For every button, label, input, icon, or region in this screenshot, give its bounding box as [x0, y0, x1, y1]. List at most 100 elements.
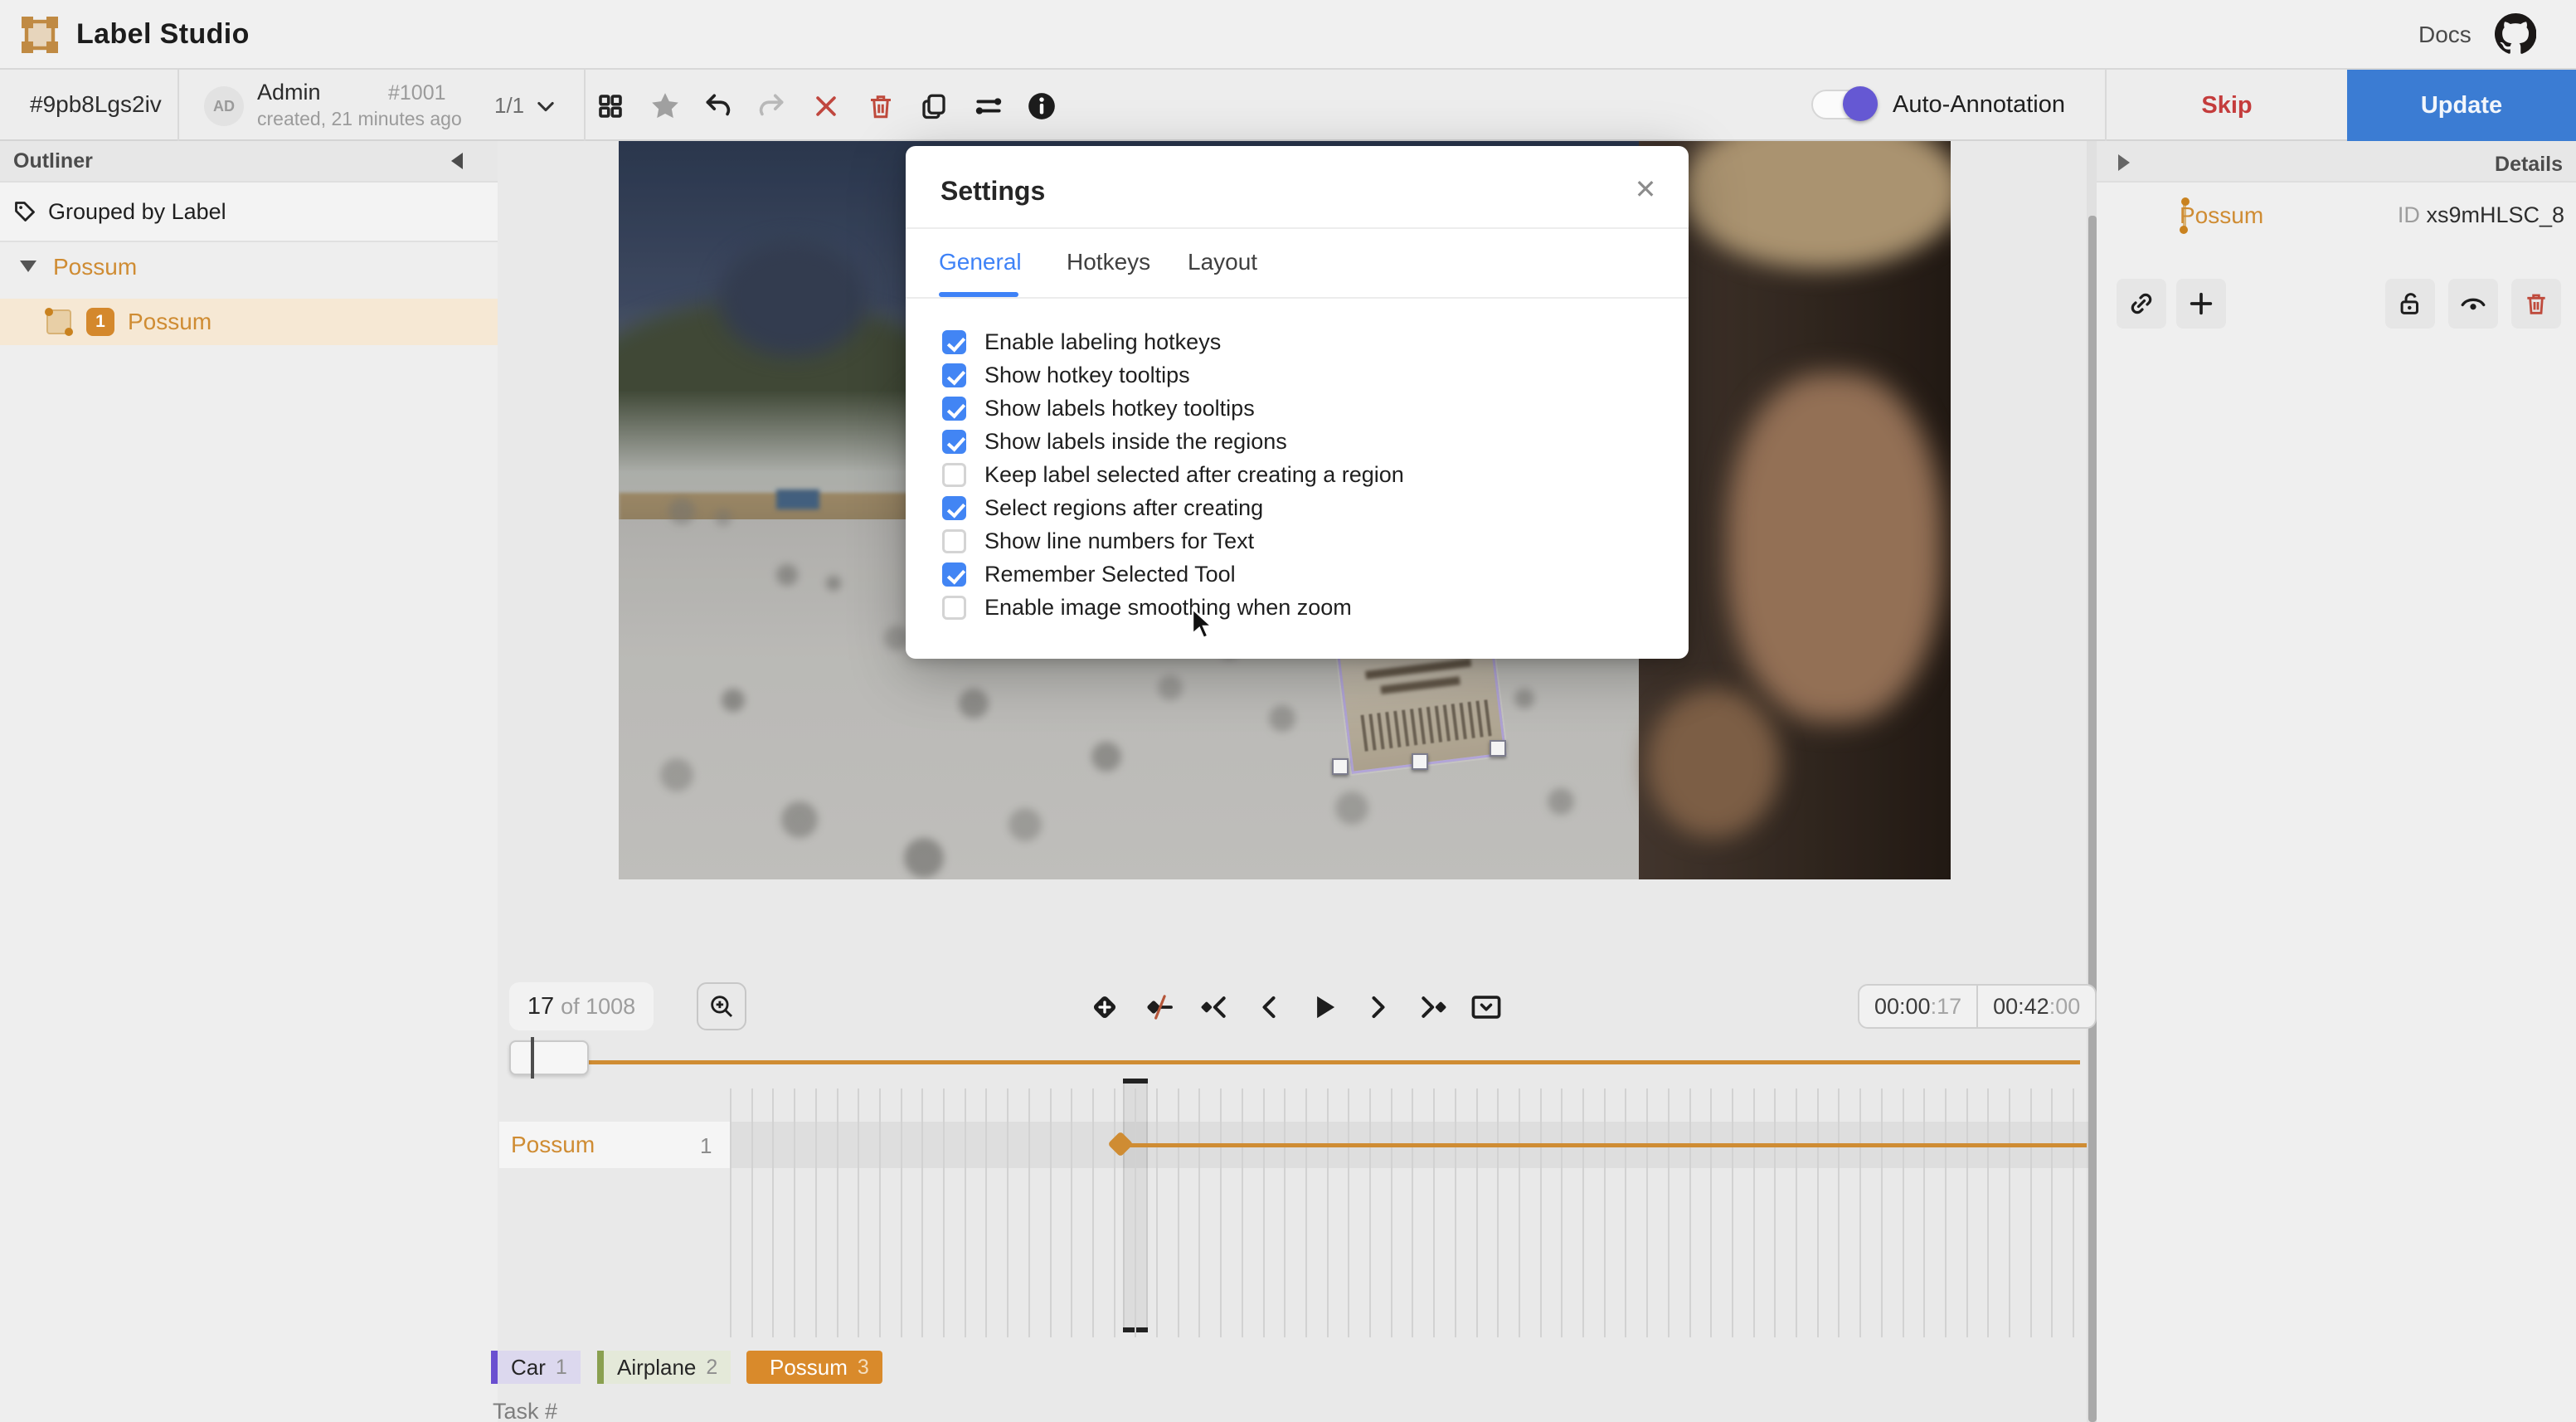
add-meta-button[interactable]	[2176, 279, 2226, 329]
relations-link-button[interactable]	[2117, 279, 2166, 329]
mouse-cursor	[1191, 607, 1218, 644]
seekbar-position-marker[interactable]	[531, 1037, 534, 1079]
settings-modal: Settings ✕ General Hotkeys Layout Enable…	[906, 146, 1689, 659]
checkbox-enable-labeling-hotkeys[interactable]	[942, 330, 966, 354]
checkbox-select-regions-after-creating[interactable]	[942, 496, 966, 520]
settings-sliders-icon[interactable]	[970, 88, 1007, 124]
setting-label: Show labels inside the regions	[984, 429, 1287, 455]
checkbox-enable-image-smoothing[interactable]	[942, 596, 966, 620]
delete-icon[interactable]	[863, 88, 899, 124]
details-title: Details	[2097, 153, 2563, 177]
next-frame-button[interactable]	[1360, 989, 1397, 1025]
next-keyframe-button[interactable]	[1415, 989, 1451, 1025]
current-time[interactable]: 00:00:17	[1859, 986, 1976, 1027]
zoom-in-icon	[707, 992, 736, 1020]
seekbar-handle[interactable]	[509, 1040, 589, 1075]
close-icon[interactable]: ✕	[1629, 173, 1662, 206]
previous-frame-button[interactable]	[1251, 989, 1287, 1025]
top-header	[0, 0, 2576, 70]
label-name: Car	[511, 1355, 546, 1381]
annotator-name: Admin	[257, 80, 321, 105]
grid-view-icon[interactable]	[592, 88, 629, 124]
total-time[interactable]: 00:42:00	[1976, 986, 2095, 1027]
region-id-value: xs9mHLSC_8	[2426, 202, 2564, 227]
frame-grid[interactable]	[499, 1079, 2088, 1347]
setting-label: Show line numbers for Text	[984, 528, 1254, 554]
checkbox-remember-selected-tool[interactable]	[942, 562, 966, 587]
checkbox-keep-label-selected[interactable]	[942, 463, 966, 487]
setting-row: Remember Selected Tool	[942, 561, 1236, 587]
main-scrollbar-thumb[interactable]	[2088, 216, 2097, 1422]
checkbox-show-line-numbers[interactable]	[942, 529, 966, 553]
current-time-main: 00:00	[1874, 994, 1931, 1020]
star-icon[interactable]	[647, 88, 683, 124]
delete-region-button[interactable]	[2511, 279, 2561, 329]
hide-region-button[interactable]	[2448, 279, 2498, 329]
setting-row: Show labels hotkey tooltips	[942, 395, 1255, 421]
tab-hotkeys[interactable]: Hotkeys	[1067, 249, 1150, 275]
update-button[interactable]: Update	[2347, 70, 2576, 141]
track-label-possum[interactable]: Possum	[511, 1132, 595, 1158]
auto-annotation-toggle-knob[interactable]	[1843, 86, 1878, 121]
setting-row: Show hotkey tooltips	[942, 362, 1190, 388]
undo-icon[interactable]	[700, 88, 736, 124]
divider	[906, 227, 1689, 229]
redo-icon[interactable]	[753, 88, 790, 124]
info-icon[interactable]	[1023, 88, 1060, 124]
region-handle[interactable]	[1490, 740, 1506, 757]
grouping-selector[interactable]: Grouped by Label	[0, 183, 498, 242]
label-chip-car[interactable]: Car 1	[491, 1351, 581, 1384]
setting-row: Enable labeling hotkeys	[942, 329, 1221, 355]
remove-keyframe-button[interactable]	[1141, 989, 1178, 1025]
tree-region-possum[interactable]: 1 Possum	[0, 299, 498, 345]
checkbox-show-hotkey-tooltips[interactable]	[942, 363, 966, 387]
playhead-top-cap[interactable]	[1123, 1079, 1148, 1084]
checkbox-show-labels-inside-regions[interactable]	[942, 430, 966, 454]
tab-general[interactable]: General	[939, 249, 1022, 275]
region-handle[interactable]	[1332, 758, 1349, 775]
checkbox-show-labels-hotkey-tooltips[interactable]	[942, 397, 966, 421]
docs-link[interactable]: Docs	[2418, 22, 2472, 48]
chevron-down-icon[interactable]	[534, 95, 557, 118]
keyframe-span-line[interactable]	[1130, 1143, 2087, 1147]
seekbar-line[interactable]	[519, 1060, 2080, 1064]
play-button[interactable]	[1305, 989, 1342, 1025]
annotation-number: #1001	[388, 81, 446, 105]
label-chip-airplane[interactable]: Airplane 2	[597, 1351, 731, 1384]
label-chip-possum[interactable]: Possum 3	[746, 1351, 882, 1384]
trash-icon	[2523, 290, 2549, 317]
previous-keyframe-button[interactable]	[1196, 989, 1232, 1025]
lock-region-button[interactable]	[2385, 279, 2435, 329]
settings-modal-title: Settings	[940, 176, 1045, 207]
setting-row: Show line numbers for Text	[942, 528, 1254, 554]
current-frame: 17	[527, 993, 554, 1020]
tree-collapse-caret-icon[interactable]	[20, 261, 36, 272]
duplicate-icon[interactable]	[916, 88, 952, 124]
auto-annotation-label: Auto-Annotation	[1893, 91, 2065, 119]
setting-label: Enable image smoothing when zoom	[984, 595, 1352, 621]
setting-label: Select regions after creating	[984, 495, 1263, 521]
annotation-pager: 1/1	[494, 93, 524, 119]
unlock-icon	[2396, 290, 2424, 318]
annotator-avatar[interactable]: AD	[204, 86, 244, 126]
add-keyframe-button[interactable]	[1086, 989, 1123, 1025]
total-frames: of 1008	[561, 994, 635, 1020]
region-id-label: ID	[2398, 202, 2420, 227]
label-hotkey: 2	[706, 1356, 717, 1380]
github-icon[interactable]	[2495, 13, 2536, 55]
skip-button[interactable]: Skip	[2105, 70, 2347, 141]
toggle-timeline-button[interactable]	[1468, 989, 1504, 1025]
reset-icon[interactable]	[808, 88, 844, 124]
label-studio-logo	[20, 15, 60, 55]
region-index-badge: 1	[86, 308, 114, 336]
region-handle[interactable]	[1412, 753, 1428, 770]
frame-counter[interactable]: 17 of 1008	[509, 982, 654, 1030]
label-name: Airplane	[617, 1355, 696, 1381]
tab-layout[interactable]: Layout	[1188, 249, 1257, 275]
timeline-zoom-button[interactable]	[697, 982, 746, 1030]
tree-group-possum[interactable]: Possum	[53, 254, 137, 280]
collapse-left-panel-icon[interactable]	[451, 153, 463, 169]
eye-icon	[2458, 289, 2488, 319]
total-time-main: 00:42	[1993, 994, 2049, 1020]
setting-label: Remember Selected Tool	[984, 562, 1236, 587]
